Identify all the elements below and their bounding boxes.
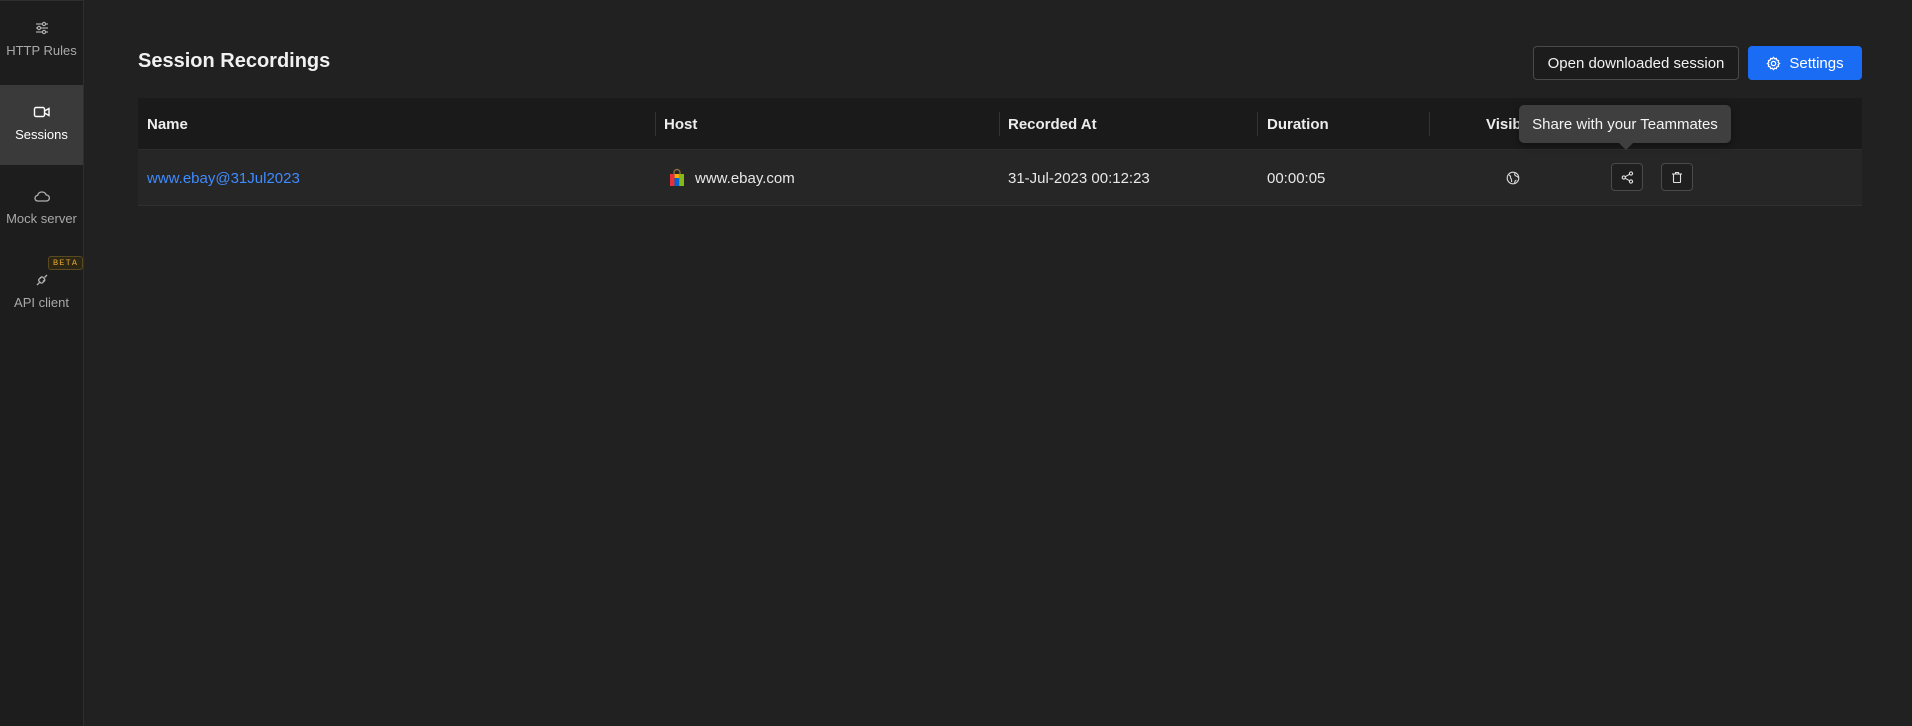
column-divider — [999, 112, 1000, 136]
column-divider — [1257, 112, 1258, 136]
beta-badge: BETA — [48, 256, 84, 270]
gear-icon — [1766, 55, 1781, 71]
host-cell: www.ebay.com — [668, 150, 795, 206]
share-icon — [1621, 170, 1634, 184]
share-tooltip: Share with your Teammates — [1519, 105, 1731, 143]
open-downloaded-session-button[interactable]: Open downloaded session — [1533, 46, 1739, 80]
column-header-duration[interactable]: Duration — [1267, 98, 1329, 150]
host-text: www.ebay.com — [695, 169, 795, 187]
visibility-cell — [1506, 150, 1520, 206]
sidebar-item-label: Sessions — [15, 127, 68, 142]
column-header-host[interactable]: Host — [664, 98, 697, 150]
column-divider — [655, 112, 656, 136]
column-header-name[interactable]: Name — [147, 98, 188, 150]
sliders-icon — [33, 19, 51, 37]
recorded-at-cell: 31-Jul-2023 00:12:23 — [1008, 169, 1150, 187]
open-downloaded-session-label: Open downloaded session — [1547, 54, 1725, 72]
sidebar-item-label: HTTP Rules — [6, 43, 77, 58]
sidebar-item-sessions[interactable]: Sessions — [0, 85, 83, 165]
shopping-bag-icon — [668, 168, 686, 188]
video-camera-icon — [33, 103, 51, 121]
column-divider — [1429, 112, 1430, 136]
settings-label: Settings — [1789, 54, 1844, 72]
tooltip-text: Share with your Teammates — [1532, 115, 1718, 133]
sidebar-item-label: API client — [14, 295, 69, 310]
plug-icon — [33, 271, 51, 289]
sidebar-item-http-rules[interactable]: HTTP Rules — [0, 13, 83, 73]
cloud-icon — [33, 187, 51, 205]
share-button[interactable] — [1611, 163, 1643, 191]
sidebar-item-label: Mock server — [6, 211, 77, 226]
column-header-recorded-at[interactable]: Recorded At — [1008, 98, 1097, 150]
app-root: HTTP Rules Sessions Mock server API clie… — [0, 0, 1912, 726]
session-name-link[interactable]: www.ebay@31Jul2023 — [147, 150, 300, 206]
settings-button[interactable]: Settings — [1748, 46, 1862, 80]
sidebar-item-mock-server[interactable]: Mock server — [0, 177, 83, 247]
table-row[interactable]: www.ebay@31Jul2023 www.ebay.com 31-Jul-2… — [138, 150, 1862, 206]
tooltip-arrow — [1619, 143, 1633, 150]
column-header-visibility[interactable]: Visib — [1486, 98, 1522, 150]
sidebar: HTTP Rules Sessions Mock server API clie… — [0, 0, 84, 726]
duration-cell: 00:00:05 — [1267, 169, 1326, 187]
page-title: Session Recordings — [138, 50, 331, 72]
trash-icon — [1671, 171, 1683, 184]
delete-button[interactable] — [1661, 163, 1693, 191]
globe-icon — [1506, 171, 1520, 185]
